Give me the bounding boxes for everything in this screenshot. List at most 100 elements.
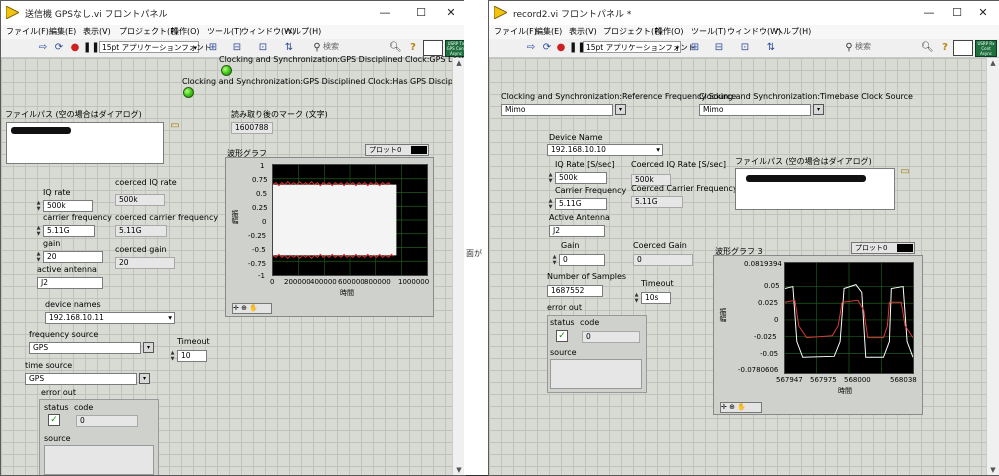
- menu-view[interactable]: 表示(V): [569, 26, 597, 37]
- align-objects-icon[interactable]: ⊞: [207, 42, 219, 54]
- menu-project[interactable]: プロジェクト(P): [119, 26, 178, 37]
- device-names-dropdown[interactable]: 192.168.10.11 ▾: [45, 312, 175, 324]
- distribute-objects-icon[interactable]: ⊟: [713, 42, 725, 54]
- menu-edit[interactable]: 編集(E): [535, 26, 562, 37]
- gps-lock-led[interactable]: [221, 65, 232, 76]
- iq-rate-input[interactable]: 500k: [43, 200, 93, 212]
- menu-project[interactable]: プロジェクト(P): [603, 26, 662, 37]
- ref-freq-browse-icon[interactable]: ▾: [615, 104, 626, 115]
- crosshair-icon[interactable]: ✛: [233, 304, 239, 312]
- reorder-icon[interactable]: ⇅: [283, 42, 295, 54]
- run-continuous-icon[interactable]: ⟳: [541, 42, 553, 54]
- crosshair-icon[interactable]: ✛: [721, 403, 727, 411]
- timebase-input[interactable]: Mimo: [699, 104, 811, 116]
- resize-objects-icon[interactable]: ⊡: [739, 42, 751, 54]
- title-bar[interactable]: 送信機 GPSなし.vi フロントパネル — ☐ ✕: [1, 1, 465, 25]
- iq-rate-spinner-icon[interactable]: ▲ ▼: [35, 200, 42, 212]
- help-icon[interactable]: ?: [407, 42, 419, 54]
- gain-spinner-icon[interactable]: ▲ ▼: [551, 254, 558, 266]
- menu-view[interactable]: 表示(V): [83, 26, 111, 37]
- close-button[interactable]: ✕: [435, 1, 465, 25]
- close-button[interactable]: ✕: [967, 1, 999, 25]
- timeout-spinner-icon[interactable]: ▲ ▼: [633, 292, 640, 304]
- freq-source-browse-icon[interactable]: ▾: [143, 342, 154, 353]
- carrier-input[interactable]: 5.11G: [555, 198, 607, 210]
- timeout-spinner-icon[interactable]: ▲ ▼: [169, 350, 176, 362]
- distribute-objects-icon[interactable]: ⊟: [231, 42, 243, 54]
- menu-tools[interactable]: ツール(T): [207, 26, 242, 37]
- iq-rate-spinner-icon[interactable]: ▲ ▼: [547, 172, 554, 184]
- waveform-graph[interactable]: 0.0819394 0.05 0.025 0 -0.025 -0.05 -0.0…: [713, 255, 923, 415]
- carrier-spinner-icon[interactable]: ▲ ▼: [35, 225, 42, 237]
- device-name-dropdown[interactable]: 192.168.10.10 ▾: [547, 144, 663, 156]
- menu-window[interactable]: ウィンドウ(W): [727, 26, 781, 37]
- gain-spinner-icon[interactable]: ▲ ▼: [35, 251, 42, 263]
- title-bar[interactable]: record2.vi フロントパネル * — ☐ ✕: [489, 1, 999, 25]
- font-selector[interactable]: 15pt アプリケーションフォント ▾: [99, 41, 211, 53]
- time-source-input[interactable]: GPS: [25, 373, 137, 385]
- menu-tools[interactable]: ツール(T): [691, 26, 726, 37]
- resize-objects-icon[interactable]: ⊡: [257, 42, 269, 54]
- vertical-scrollbar[interactable]: ▲ ▼: [986, 58, 999, 475]
- menu-file[interactable]: ファイル(F): [494, 26, 537, 37]
- help-icon[interactable]: ?: [939, 42, 951, 54]
- carrier-input[interactable]: 5.11G: [43, 225, 95, 237]
- minimize-button[interactable]: —: [369, 1, 401, 25]
- waveform-graph[interactable]: 1 0.75 0.5 0.25 0 -0.25 -0.5 -0.75 -1 振幅…: [225, 157, 434, 317]
- pan-hand-icon[interactable]: ✋: [249, 304, 258, 312]
- search-icon[interactable]: ⚲: [843, 42, 855, 54]
- iq-rate-input[interactable]: 500k: [555, 172, 607, 184]
- font-selector[interactable]: 15pt アプリケーションフォント ▾: [583, 41, 695, 53]
- plot-legend[interactable]: プロット0: [365, 144, 429, 156]
- search-input[interactable]: 検索: [323, 41, 339, 53]
- timeout-input[interactable]: 10s: [641, 292, 671, 304]
- run-arrow-icon[interactable]: ⇨: [525, 42, 537, 54]
- abort-icon[interactable]: ●: [69, 42, 81, 54]
- menu-file[interactable]: ファイル(F): [6, 26, 49, 37]
- samples-input[interactable]: 1687552: [547, 285, 603, 297]
- connector-pane-icon[interactable]: [953, 40, 973, 56]
- menu-operate[interactable]: 操作(O): [655, 26, 684, 37]
- antenna-input[interactable]: J2: [549, 225, 605, 237]
- reorder-icon[interactable]: ⇅: [765, 42, 777, 54]
- antenna-input[interactable]: J2: [37, 277, 103, 289]
- menu-help[interactable]: ヘルプ(H): [285, 26, 321, 37]
- magnifier-icon[interactable]: 🔍︎: [921, 42, 934, 54]
- graph-palette[interactable]: ✛ ⊕ ✋: [232, 303, 272, 314]
- carrier-spinner-icon[interactable]: ▲ ▼: [547, 198, 554, 210]
- pause-icon[interactable]: ❚❚: [83, 42, 100, 54]
- menu-help[interactable]: ヘルプ(H): [775, 26, 811, 37]
- timebase-browse-icon[interactable]: ▾: [813, 104, 824, 115]
- gain-input[interactable]: 20: [43, 251, 103, 263]
- graph-palette[interactable]: ✛ ⊕ ✋: [720, 402, 762, 413]
- connector-pane-icon[interactable]: [423, 40, 443, 56]
- menu-edit[interactable]: 編集(E): [49, 26, 76, 37]
- plot-legend[interactable]: プロット0: [851, 242, 915, 254]
- browse-folder-icon[interactable]: ▭: [169, 120, 181, 132]
- pan-hand-icon[interactable]: ✋: [737, 403, 746, 411]
- file-path-field[interactable]: [6, 122, 164, 164]
- file-path-field[interactable]: [735, 168, 895, 210]
- pause-icon[interactable]: ❚❚: [569, 42, 586, 54]
- timeout-input[interactable]: 10: [177, 350, 207, 362]
- search-icon[interactable]: ⚲: [311, 42, 323, 54]
- gain-input[interactable]: 0: [559, 254, 605, 266]
- search-input[interactable]: 検索: [855, 41, 871, 53]
- maximize-button[interactable]: ☐: [405, 1, 437, 25]
- run-arrow-icon[interactable]: ⇨: [37, 42, 49, 54]
- abort-icon[interactable]: ●: [555, 42, 567, 54]
- run-continuous-icon[interactable]: ⟳: [53, 42, 65, 54]
- scroll-down-icon[interactable]: ▼: [987, 465, 999, 475]
- ref-freq-input[interactable]: Mimo: [501, 104, 613, 116]
- magnifier-icon[interactable]: 🔍︎: [389, 42, 402, 54]
- freq-source-input[interactable]: GPS: [29, 342, 141, 354]
- scroll-up-icon[interactable]: ▲: [987, 58, 999, 68]
- align-objects-icon[interactable]: ⊞: [689, 42, 701, 54]
- browse-folder-icon[interactable]: ▭: [899, 166, 911, 178]
- menu-operate[interactable]: 操作(O): [171, 26, 200, 37]
- gps-has-led[interactable]: [183, 87, 194, 98]
- gps-lock-label: Clocking and Synchronization:GPS Discipl…: [219, 55, 465, 64]
- zoom-icon[interactable]: ⊕: [729, 403, 735, 411]
- time-source-browse-icon[interactable]: ▾: [139, 373, 150, 384]
- zoom-icon[interactable]: ⊕: [241, 304, 247, 312]
